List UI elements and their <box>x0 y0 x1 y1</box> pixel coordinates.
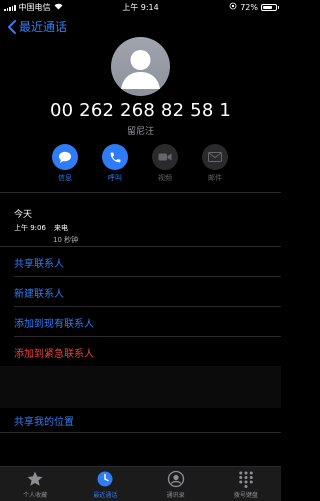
contact-location: 留尼汪 <box>126 127 154 137</box>
phone-icon <box>110 152 120 162</box>
message-button[interactable]: 信息 <box>40 144 90 183</box>
recent-date-title: 今天 <box>14 210 33 220</box>
call-button[interactable]: 呼叫 <box>90 144 140 183</box>
call-label: 呼叫 <box>108 174 122 182</box>
mail-button[interactable]: 邮件 <box>190 144 240 183</box>
status-right: 72% <box>229 2 279 12</box>
video-icon <box>158 153 172 161</box>
phone-number: 00 262 268 82 58 1 <box>49 100 232 121</box>
new-contact-label: 新建联系人 <box>14 289 64 300</box>
section-divider <box>0 432 281 433</box>
contact-avatar <box>111 37 170 96</box>
share-contact-label: 共享联系人 <box>14 259 64 270</box>
rotation-lock-icon <box>229 2 237 12</box>
call-type: 来电 <box>53 224 68 232</box>
tab-favorites-label: 个人收藏 <box>23 492 48 499</box>
add-to-emergency-label: 添加到紧急联系人 <box>14 349 94 360</box>
mail-label: 邮件 <box>208 174 222 182</box>
call-time: 上午 9:06 <box>14 224 46 232</box>
tab-recents[interactable]: 最近通话 <box>77 467 133 499</box>
mail-icon <box>208 152 222 162</box>
add-to-existing-label: 添加到现有联系人 <box>14 319 94 330</box>
add-to-emergency-contact-button[interactable]: 添加到紧急联系人 <box>0 337 281 367</box>
clock-icon <box>97 471 113 487</box>
keypad-icon <box>239 471 253 488</box>
tab-contacts[interactable]: 通讯录 <box>148 467 204 499</box>
section-gap <box>0 366 281 408</box>
tab-keypad-label: 拨号键盘 <box>233 492 258 499</box>
star-icon <box>27 471 43 486</box>
chevron-left-icon <box>8 19 16 34</box>
video-label: 视频 <box>158 174 172 182</box>
share-location-label: 共享我的位置 <box>14 417 74 428</box>
video-button[interactable]: 视频 <box>140 144 190 183</box>
message-label: 信息 <box>58 174 72 182</box>
share-location-button[interactable]: 共享我的位置 <box>0 408 281 432</box>
call-entry: 上午 9:06 来电 <box>14 223 68 233</box>
add-to-existing-contact-button[interactable]: 添加到现有联系人 <box>0 307 281 337</box>
call-duration: 10 秒钟 <box>53 236 79 244</box>
person-icon <box>121 50 160 89</box>
share-contact-button[interactable]: 共享联系人 <box>0 247 281 277</box>
battery-icon <box>261 3 279 11</box>
tab-bar: 个人收藏 最近通话 通讯录 拨号键盘 <box>0 466 281 501</box>
battery-percent: 72% <box>240 2 258 12</box>
tab-keypad[interactable]: 拨号键盘 <box>218 467 274 499</box>
message-icon <box>59 151 71 163</box>
tab-favorites[interactable]: 个人收藏 <box>7 467 63 499</box>
contacts-icon <box>167 470 184 488</box>
status-bar: 中国电信 上午 9:14 72% <box>0 0 281 14</box>
section-divider <box>0 192 281 193</box>
tab-contacts-label: 通讯录 <box>166 492 185 499</box>
tab-recents-label: 最近通话 <box>93 492 118 499</box>
back-button[interactable]: 最近通话 <box>7 18 67 35</box>
new-contact-button[interactable]: 新建联系人 <box>0 277 281 307</box>
back-label: 最近通话 <box>19 20 68 34</box>
